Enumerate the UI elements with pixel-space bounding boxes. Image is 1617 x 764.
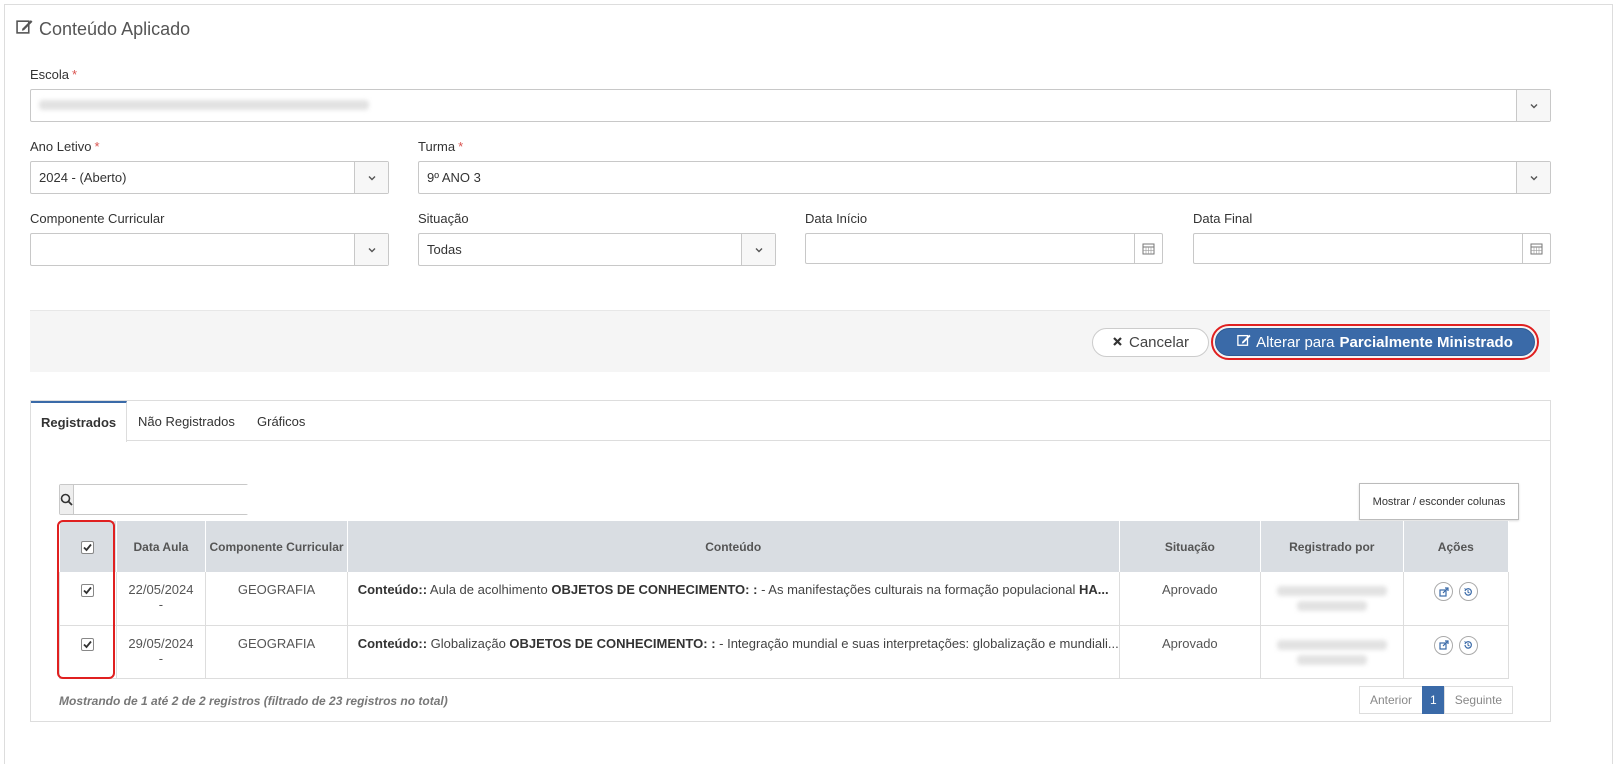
edit-icon [16, 18, 33, 40]
data-inicio-field[interactable] [805, 233, 1163, 264]
cell-situacao: Aprovado [1119, 572, 1261, 626]
header-componente[interactable]: Componente Curricular [205, 521, 348, 572]
close-icon [1112, 334, 1123, 351]
cell-registrado-por [1260, 625, 1404, 679]
page-title: Conteúdo Aplicado [16, 18, 190, 40]
history-icon[interactable] [1458, 582, 1478, 601]
pagination-page-1[interactable]: 1 [1422, 686, 1445, 714]
data-final-field[interactable] [1193, 233, 1551, 264]
cell-registrado-por [1260, 572, 1404, 626]
escola-label: Escola * [30, 67, 78, 82]
cell-conteudo: Conteúdo:: Globalização OBJETOS DE CONHE… [347, 625, 1120, 679]
search-icon [60, 485, 74, 514]
pagination: Anterior 1 Seguinte [1359, 686, 1514, 714]
table-search [59, 484, 262, 515]
edit-icon [1237, 333, 1251, 351]
componente-label: Componente Curricular [30, 211, 165, 226]
page-title-text: Conteúdo Aplicado [39, 18, 191, 39]
registrado-redacted [1276, 639, 1387, 650]
table-header-row: Data Aula Componente Curricular Conteúdo… [59, 521, 1510, 572]
select-all-cell [59, 521, 117, 572]
row-checkbox[interactable] [81, 637, 95, 651]
situacao-select[interactable]: Todas [418, 233, 776, 266]
cell-date: 29/05/2024- [116, 625, 207, 679]
cell-date: 22/05/2024- [116, 572, 207, 626]
pagination-prev[interactable]: Anterior [1359, 686, 1424, 714]
table-row: 22/05/2024- GEOGRAFIA Conteúdo:: Aula de… [59, 572, 1510, 626]
highlight-outline: Alterar para Parcialmente Ministrado [1211, 324, 1539, 360]
alterar-parcialmente-button[interactable]: Alterar para Parcialmente Ministrado [1215, 328, 1535, 356]
chevron-down-icon[interactable] [354, 162, 388, 193]
conteudo-table: Data Aula Componente Curricular Conteúdo… [59, 521, 1510, 679]
table-row: 29/05/2024- GEOGRAFIA Conteúdo:: Globali… [59, 625, 1510, 679]
row-checkbox[interactable] [81, 584, 95, 598]
componente-select[interactable] [30, 233, 389, 266]
cell-componente: GEOGRAFIA [205, 572, 348, 626]
data-inicio-label: Data Início [805, 211, 868, 226]
situacao-label: Situação [418, 211, 469, 226]
tab-graficos[interactable]: Gráficos [247, 401, 315, 441]
show-hide-columns-button[interactable]: Mostrar / esconder colunas [1359, 483, 1519, 520]
cancel-button[interactable]: Cancelar [1092, 328, 1209, 357]
cell-conteudo: Conteúdo:: Aula de acolhimento OBJETOS D… [347, 572, 1120, 626]
header-data-aula[interactable]: Data Aula [116, 521, 207, 572]
chevron-down-icon[interactable] [741, 234, 775, 265]
cell-situacao: Aprovado [1119, 625, 1261, 679]
escola-value-redacted [39, 100, 369, 110]
tab-bar: Registrados Não Registrados Gráficos [31, 401, 1550, 442]
ano-letivo-select[interactable]: 2024 - (Aberto) [30, 161, 389, 194]
calendar-icon[interactable] [1522, 234, 1550, 263]
cell-componente: GEOGRAFIA [205, 625, 348, 679]
registrado-redacted [1296, 654, 1367, 665]
ano-letivo-label: Ano Letivo * [30, 139, 100, 154]
tab-registrados[interactable]: Registrados [31, 401, 128, 442]
registrado-redacted [1296, 601, 1367, 611]
pagination-next[interactable]: Seguinte [1443, 686, 1514, 714]
search-input[interactable] [74, 485, 262, 514]
header-acoes: Ações [1403, 521, 1510, 572]
chevron-down-icon[interactable] [1516, 90, 1550, 121]
escola-select[interactable] [30, 89, 1551, 122]
chevron-down-icon[interactable] [1516, 162, 1550, 193]
cell-acoes [1403, 625, 1510, 679]
registrado-redacted [1276, 586, 1387, 596]
header-situacao[interactable]: Situação [1119, 521, 1261, 572]
share-icon[interactable] [1434, 582, 1453, 601]
header-conteudo[interactable]: Conteúdo [347, 521, 1120, 572]
calendar-icon[interactable] [1134, 234, 1162, 263]
header-registrado-por[interactable]: Registrado por [1260, 521, 1404, 572]
table-info: Mostrando de 1 até 2 de 2 registros (fil… [59, 694, 448, 708]
cell-acoes [1403, 572, 1510, 626]
tab-nao-registrados[interactable]: Não Registrados [128, 401, 245, 441]
share-icon[interactable] [1434, 635, 1453, 655]
turma-label: Turma * [418, 139, 464, 154]
chevron-down-icon[interactable] [354, 234, 388, 265]
data-final-label: Data Final [1193, 211, 1253, 226]
turma-select[interactable]: 9º ANO 3 [418, 161, 1551, 194]
history-icon[interactable] [1458, 635, 1478, 655]
select-all-checkbox[interactable] [81, 540, 95, 554]
